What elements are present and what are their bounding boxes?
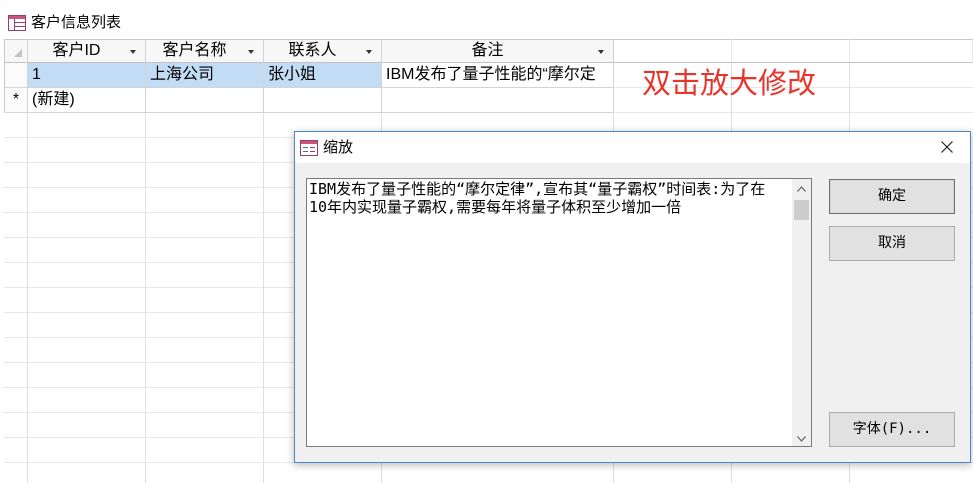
dropdown-arrow-icon[interactable] bbox=[598, 50, 604, 54]
new-record-selector[interactable]: * bbox=[4, 88, 28, 113]
cell-customer-id[interactable]: 1 bbox=[28, 63, 146, 88]
column-header-label: 客户ID bbox=[52, 42, 101, 59]
cell-contact[interactable]: 张小姐 bbox=[264, 63, 382, 88]
cell-remarks[interactable]: IBM发布了量子性能的“摩尔定 bbox=[382, 63, 614, 88]
column-header-customer-id[interactable]: 客户ID bbox=[28, 39, 146, 63]
close-button[interactable] bbox=[924, 132, 970, 163]
zoom-text-content: IBM发布了量子性能的“摩尔定律”,宣布其“量子霸权”时间表:为了在 10年内实… bbox=[307, 180, 791, 445]
form-icon bbox=[300, 140, 318, 156]
zoom-dialog: 缩放 IBM发布了量子性能的“摩尔定律”,宣布其“量子霸权”时间表:为了在 10… bbox=[294, 131, 971, 463]
chevron-up-icon bbox=[797, 186, 806, 192]
text-line: IBM发布了量子性能的“摩尔定律”,宣布其“量子霸权”时间表:为了在 bbox=[309, 180, 766, 198]
column-header-label: 联系人 bbox=[288, 42, 337, 59]
annotation-text: 双击放大修改 bbox=[642, 68, 817, 100]
dropdown-arrow-icon[interactable] bbox=[366, 50, 372, 54]
scroll-thumb[interactable] bbox=[794, 200, 809, 220]
font-button[interactable]: 字体(F)... bbox=[829, 412, 955, 447]
column-header-remarks[interactable]: 备注 bbox=[382, 39, 614, 63]
column-header-empty bbox=[732, 39, 850, 63]
column-header-customer-name[interactable]: 客户名称 bbox=[146, 39, 264, 63]
record-selector[interactable] bbox=[4, 63, 28, 88]
select-all-corner[interactable] bbox=[4, 39, 28, 63]
dropdown-arrow-icon[interactable] bbox=[130, 50, 136, 54]
zoom-text-area[interactable]: IBM发布了量子性能的“摩尔定律”,宣布其“量子霸权”时间表:为了在 10年内实… bbox=[306, 178, 812, 447]
vertical-scrollbar[interactable] bbox=[792, 179, 811, 446]
select-all-triangle-icon bbox=[14, 49, 22, 57]
chevron-down-icon bbox=[797, 436, 806, 442]
document-tab-strip: 客户信息列表 bbox=[0, 0, 973, 39]
scroll-down-button[interactable] bbox=[792, 429, 811, 446]
scroll-up-button[interactable] bbox=[792, 179, 811, 196]
cell-customer-name[interactable]: 上海公司 bbox=[146, 63, 264, 88]
cell-empty[interactable] bbox=[146, 88, 264, 113]
close-icon bbox=[941, 141, 953, 153]
column-header-label: 备注 bbox=[471, 42, 504, 59]
document-tab-title: 客户信息列表 bbox=[31, 14, 122, 31]
dropdown-arrow-icon[interactable] bbox=[248, 50, 254, 54]
cancel-button[interactable]: 取消 bbox=[829, 226, 955, 261]
table-icon bbox=[8, 15, 26, 31]
column-header-empty bbox=[614, 39, 732, 63]
column-header-label: 客户名称 bbox=[162, 42, 227, 59]
cell-new-record[interactable]: (新建) bbox=[28, 88, 146, 113]
ok-button[interactable]: 确定 bbox=[829, 179, 955, 214]
text-line: 10年内实现量子霸权,需要每年将量子体积至少增加一倍 bbox=[309, 198, 682, 216]
document-tab[interactable]: 客户信息列表 bbox=[3, 8, 129, 39]
dialog-title-bar[interactable]: 缩放 bbox=[295, 132, 970, 163]
column-header-contact[interactable]: 联系人 bbox=[264, 39, 382, 63]
column-header-empty bbox=[850, 39, 973, 63]
dialog-title: 缩放 bbox=[323, 139, 354, 156]
cell-empty[interactable] bbox=[264, 88, 382, 113]
cell-empty[interactable] bbox=[382, 88, 614, 113]
